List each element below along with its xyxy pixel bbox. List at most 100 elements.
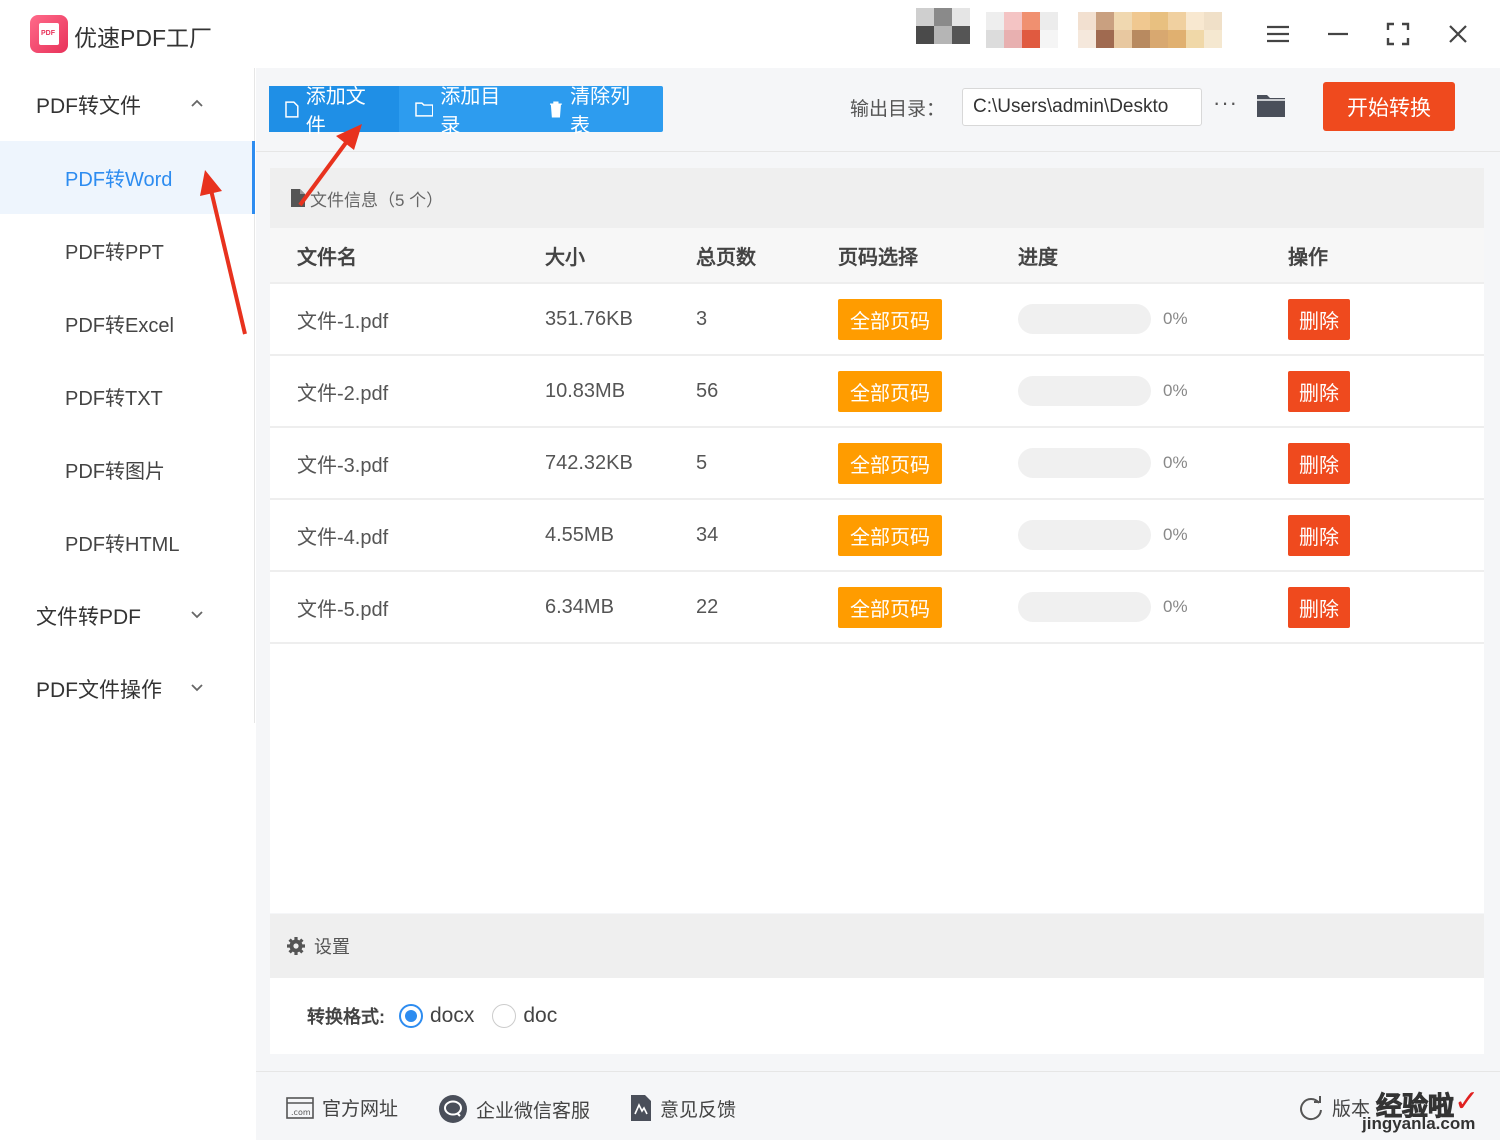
format-radio-doc[interactable]: doc (492, 1004, 557, 1028)
file-name: 文件-2.pdf (297, 382, 389, 405)
fullscreen-icon[interactable] (1382, 18, 1414, 50)
sidebar-item-pdf-to-ppt[interactable]: PDF转PPT (0, 214, 254, 287)
progress-bar (1018, 376, 1151, 406)
progress-bar (1018, 448, 1151, 478)
col-progress: 进度 (1018, 246, 1058, 269)
app-logo: PDF (30, 15, 68, 53)
file-size: 6.34MB (545, 595, 614, 618)
progress-text: 0% (1163, 597, 1188, 616)
table-row: 文件-5.pdf 6.34MB 22 全部页码 0% 删除 (270, 572, 1484, 644)
file-pages: 22 (696, 595, 719, 618)
chevron-up-icon (191, 99, 203, 107)
progress-text: 0% (1163, 453, 1188, 472)
app-title: 优速PDF工厂 (74, 25, 212, 51)
more-options-button[interactable]: ··· (1213, 90, 1238, 116)
wechat-support-link[interactable]: 企业微信客服 (438, 1094, 590, 1124)
document-icon (291, 189, 305, 207)
progress-text: 0% (1163, 381, 1188, 400)
menu-icon[interactable] (1262, 18, 1294, 50)
sidebar-item-pdf-to-txt[interactable]: PDF转TXT (0, 360, 254, 433)
page-select-button[interactable]: 全部页码 (838, 586, 942, 628)
file-pages: 3 (696, 307, 708, 330)
footer: .com 官方网址 企业微信客服 意见反馈 版本 (256, 1071, 1500, 1140)
delete-button[interactable]: 删除 (1288, 514, 1350, 556)
open-folder-icon[interactable] (1256, 92, 1286, 118)
page-select-button[interactable]: 全部页码 (838, 370, 942, 412)
page-select-button[interactable]: 全部页码 (838, 442, 942, 484)
output-dir-input[interactable]: C:\Users\admin\Deskto (962, 88, 1202, 126)
sidebar-item-pdf-to-word[interactable]: PDF转Word (0, 141, 255, 214)
col-action: 操作 (1288, 246, 1328, 269)
delete-button[interactable]: 删除 (1288, 298, 1350, 340)
official-website-link[interactable]: .com 官方网址 (286, 1094, 398, 1121)
table-row: 文件-1.pdf 351.76KB 3 全部页码 0% 删除 (270, 284, 1484, 356)
file-pages: 56 (696, 379, 719, 402)
sidebar-group-label: PDF转文件 (36, 94, 141, 118)
col-filename: 文件名 (297, 246, 357, 269)
file-size: 351.76KB (545, 307, 633, 330)
file-name: 文件-3.pdf (297, 454, 389, 477)
wechat-icon (439, 1095, 467, 1123)
file-list-panel: 文件信息（5 个） 文件名 大小 总页数 页码选择 进度 操作 文件-1.pdf… (270, 168, 1484, 913)
add-file-button[interactable]: 添加文件 (269, 86, 399, 137)
table-row: 文件-2.pdf 10.83MB 56 全部页码 0% 删除 (270, 356, 1484, 428)
start-convert-button[interactable]: 开始转换 (1323, 82, 1455, 131)
file-info-header: 文件信息（5 个） (270, 168, 1484, 228)
delete-button[interactable]: 删除 (1288, 442, 1350, 484)
table-row: 文件-4.pdf 4.55MB 34 全部页码 0% 删除 (270, 500, 1484, 572)
file-pages: 34 (696, 523, 719, 546)
website-icon: .com (286, 1096, 314, 1119)
chevron-down-icon (191, 684, 203, 692)
gear-icon (287, 937, 305, 955)
chevron-down-icon (191, 611, 203, 619)
close-icon[interactable] (1442, 18, 1474, 50)
feedback-link[interactable]: 意见反馈 (630, 1094, 736, 1122)
file-size: 742.32KB (545, 451, 633, 474)
file-name: 文件-1.pdf (297, 310, 389, 333)
file-pages: 5 (696, 451, 708, 474)
sidebar-item-pdf-to-excel[interactable]: PDF转Excel (0, 287, 254, 360)
main-area: 添加文件 添加目录 清除列表 输出目录： C:\Users\admin\Desk… (256, 68, 1500, 1140)
svg-text:.com: .com (291, 1108, 311, 1117)
format-label: 转换格式: (307, 1007, 385, 1027)
page-select-button[interactable]: 全部页码 (838, 298, 942, 340)
col-size: 大小 (545, 246, 585, 269)
sidebar-group-pdf-operations[interactable]: PDF文件操作 (0, 652, 254, 725)
page-select-button[interactable]: 全部页码 (838, 514, 942, 556)
col-pages: 总页数 (696, 246, 756, 269)
toolbar: 添加文件 添加目录 清除列表 输出目录： C:\Users\admin\Desk… (256, 68, 1500, 152)
feedback-icon (631, 1095, 651, 1121)
sidebar: PDF转文件 PDF转Word PDF转PPT PDF转Excel PDF转TX… (0, 68, 255, 723)
file-size: 10.83MB (545, 379, 626, 402)
format-radio-docx[interactable]: docx (399, 1004, 474, 1028)
file-icon (285, 100, 299, 118)
sidebar-group-file-to-pdf[interactable]: 文件转PDF (0, 579, 254, 652)
sidebar-group-label: PDF文件操作 (36, 678, 162, 702)
sidebar-item-pdf-to-image[interactable]: PDF转图片 (0, 433, 254, 506)
settings-header: 设置 (270, 914, 1484, 978)
sidebar-item-pdf-to-html[interactable]: PDF转HTML (0, 506, 254, 579)
delete-button[interactable]: 删除 (1288, 586, 1350, 628)
sidebar-group-pdf-to-file[interactable]: PDF转文件 (0, 68, 254, 141)
clear-list-button[interactable]: 清除列表 (533, 86, 663, 137)
version-check-link[interactable]: 版本 (1298, 1094, 1370, 1121)
table-row: 文件-3.pdf 742.32KB 5 全部页码 0% 删除 (270, 428, 1484, 500)
progress-bar (1018, 592, 1151, 622)
file-size: 4.55MB (545, 523, 614, 546)
trash-icon (550, 100, 563, 118)
delete-button[interactable]: 删除 (1288, 370, 1350, 412)
sidebar-group-label: 文件转PDF (36, 605, 141, 629)
settings-body: 转换格式: docx doc (270, 978, 1484, 1054)
col-page-select: 页码选择 (838, 246, 918, 269)
progress-text: 0% (1163, 309, 1188, 328)
refresh-icon (1300, 1095, 1322, 1120)
radio-unchecked-icon (492, 1004, 517, 1028)
add-directory-button[interactable]: 添加目录 (399, 86, 534, 137)
settings-panel: 设置 转换格式: docx doc (270, 914, 1484, 1054)
progress-bar (1018, 304, 1151, 334)
file-name: 文件-5.pdf (297, 598, 389, 621)
minimize-icon[interactable] (1322, 18, 1354, 50)
file-name: 文件-4.pdf (297, 526, 389, 549)
radio-checked-icon (399, 1004, 423, 1028)
output-dir-label: 输出目录： (850, 99, 946, 120)
